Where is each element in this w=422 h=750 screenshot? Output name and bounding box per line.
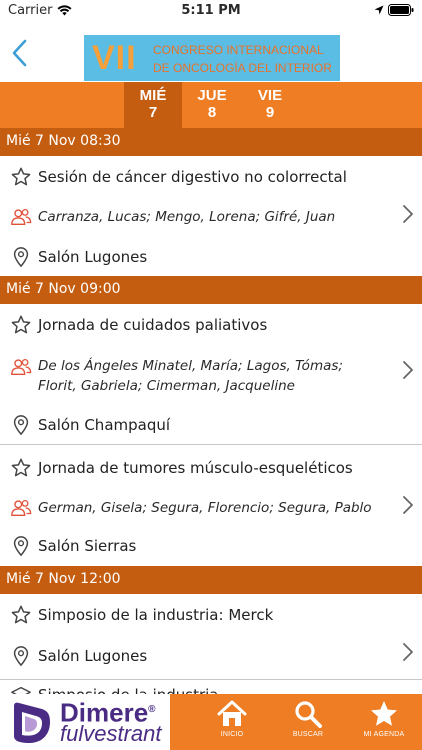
home-icon — [217, 700, 247, 726]
session-title: Jornada de cuidados paliativos — [38, 316, 268, 334]
tab-day-thu[interactable]: JUE 8 — [183, 82, 241, 128]
session-speakers-row: De los Ángeles Minatel, María; Lagos, Tó… — [10, 356, 383, 396]
star-outline-icon[interactable] — [10, 604, 32, 626]
session-item[interactable]: Jornada de cuidados paliativos De los Án… — [0, 304, 422, 444]
session-speakers: De los Ángeles Minatel, María; Lagos, Tó… — [38, 358, 343, 394]
tab-label: INICIO — [220, 731, 244, 738]
session-speakers: Carranza, Lucas; Mengo, Lorena; Gifré, J… — [38, 209, 336, 225]
session-item[interactable]: Jornada de tumores músculo-esqueléticos … — [0, 445, 422, 566]
location-arrow-icon — [374, 5, 384, 15]
time-slot-header: Mié 7 Nov 09:00 — [0, 276, 422, 304]
session-room-row: Salón Lugones — [10, 246, 147, 268]
location-pin-icon — [13, 247, 29, 268]
time-slot-header: Mié 7 Nov 08:30 — [0, 128, 422, 156]
location-pin-icon — [13, 415, 29, 436]
session-room-row: Salón Lugones — [10, 645, 147, 667]
tab-label: BUSCAR — [292, 731, 324, 738]
chevron-right-icon[interactable] — [402, 204, 414, 224]
banner-edition: VII — [92, 39, 137, 77]
session-speakers-row: Carranza, Lucas; Mengo, Lorena; Gifré, J… — [10, 206, 383, 228]
tab-weekday: MIÉ — [139, 87, 167, 104]
status-time: 5:11 PM — [181, 3, 241, 18]
session-item[interactable]: Simposio de la industria — [0, 680, 422, 694]
session-room: Salón Sierras — [38, 537, 137, 555]
banner-title-line1: CONGRESO INTERNACIONAL — [153, 43, 324, 57]
graduation-cap-icon — [11, 686, 31, 694]
banner-title-line2: DE ONCOLOGÍA DEL INTERIOR — [153, 61, 332, 75]
bottom-tab-bar: Dimere® fulvestrant INICIO BUSCAR MI AGE… — [0, 694, 422, 750]
session-title-row: Sesión de cáncer digestivo no colorrecta… — [10, 166, 347, 188]
ad-drug-name: fulvestrant — [60, 721, 162, 746]
session-title: Sesión de cáncer digestivo no colorrecta… — [38, 168, 347, 186]
chevron-right-icon[interactable] — [402, 360, 414, 380]
session-room-row: Salón Sierras — [10, 535, 136, 557]
star-outline-icon[interactable] — [10, 457, 32, 479]
session-room: Salón Champaquí — [38, 416, 171, 434]
tab-day-number: 7 — [148, 104, 158, 121]
chevron-right-icon[interactable] — [402, 642, 414, 662]
tab-weekday: JUE — [197, 87, 227, 104]
tab-weekday: VIE — [257, 87, 283, 104]
star-outline-icon[interactable] — [10, 166, 32, 188]
star-icon — [371, 701, 397, 726]
sponsor-ad[interactable]: Dimere® fulvestrant — [0, 694, 170, 750]
speakers-icon — [11, 359, 32, 376]
session-title-row: Simposio de la industria: Merck — [10, 604, 273, 626]
session-title: Simposio de la industria — [38, 686, 219, 694]
session-title-row: Simposio de la industria — [10, 684, 219, 694]
session-title-row: Jornada de cuidados paliativos — [10, 314, 267, 336]
congress-banner: VII CONGRESO INTERNACIONAL DE ONCOLOGÍA … — [84, 35, 340, 81]
tab-day-fri[interactable]: VIE 9 — [241, 82, 299, 128]
status-bar: Carrier 5:11 PM — [0, 0, 422, 22]
tab-day-number: 9 — [265, 104, 275, 121]
star-outline-icon[interactable] — [10, 314, 32, 336]
chevron-right-icon[interactable] — [402, 495, 414, 515]
status-right — [374, 4, 414, 16]
location-pin-icon — [13, 536, 29, 557]
session-title: Simposio de la industria: Merck — [38, 606, 274, 624]
navigation-bar: VII CONGRESO INTERNACIONAL DE ONCOLOGÍA … — [0, 22, 422, 82]
session-item[interactable]: Simposio de la industria: Merck Salón Lu… — [0, 594, 422, 679]
tab-day-number: 8 — [207, 104, 217, 121]
speakers-icon — [11, 500, 32, 517]
time-slot-header: Mié 7 Nov 12:00 — [0, 566, 422, 594]
session-item[interactable]: Sesión de cáncer digestivo no colorrecta… — [0, 156, 422, 276]
session-speakers: German, Gisela; Segura, Florencio; Segur… — [38, 500, 372, 516]
back-arrow-icon[interactable] — [8, 38, 32, 68]
session-room: Salón Lugones — [38, 647, 148, 665]
session-title-row: Jornada de tumores músculo-esqueléticos — [10, 457, 353, 479]
ad-registered-mark: ® — [148, 704, 156, 715]
session-speakers-row: German, Gisela; Segura, Florencio; Segur… — [10, 497, 383, 519]
tab-label: MI AGENDA — [363, 731, 405, 738]
tab-day-wed[interactable]: MIÉ 7 — [124, 82, 182, 128]
search-icon — [295, 701, 322, 728]
session-title: Jornada de tumores músculo-esqueléticos — [38, 459, 353, 477]
day-tabs: MIÉ 7 JUE 8 VIE 9 — [0, 82, 422, 128]
battery-icon — [388, 4, 414, 16]
agenda-list[interactable]: Mié 7 Nov 08:30 Sesión de cáncer digesti… — [0, 128, 422, 694]
tab-buscar[interactable]: BUSCAR — [276, 694, 340, 750]
location-pin-icon — [13, 646, 29, 667]
tab-inicio[interactable]: INICIO — [200, 694, 264, 750]
session-room: Salón Lugones — [38, 248, 148, 266]
dimere-logo-icon — [14, 702, 50, 744]
speakers-icon — [11, 209, 32, 226]
tab-mi-agenda[interactable]: MI AGENDA — [352, 694, 416, 750]
session-room-row: Salón Champaquí — [10, 414, 170, 436]
